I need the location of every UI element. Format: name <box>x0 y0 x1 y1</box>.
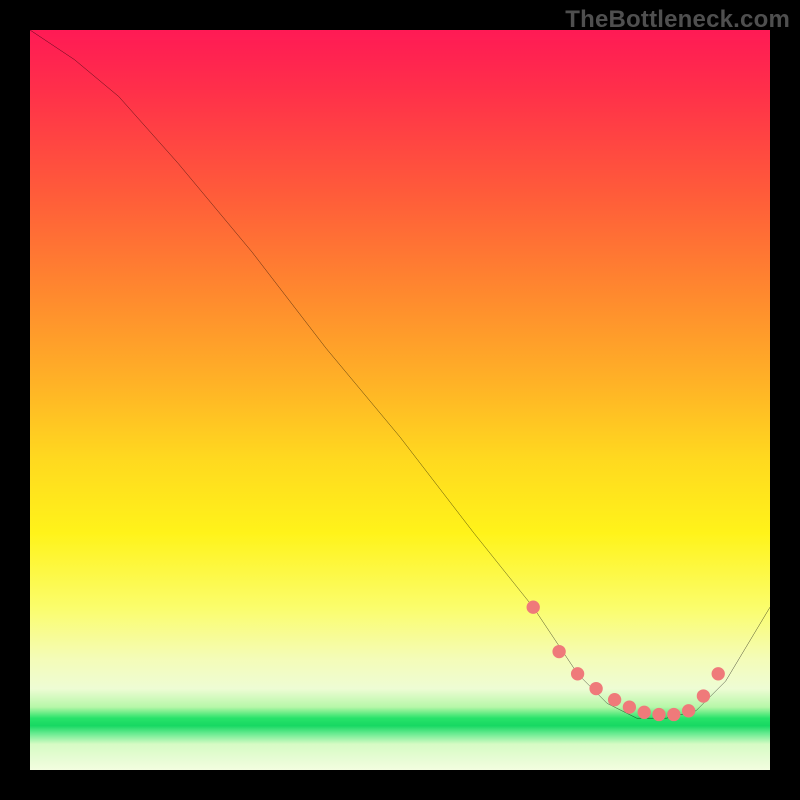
curve-marker <box>712 667 725 680</box>
curve-marker <box>527 601 540 614</box>
curve-marker <box>623 700 636 713</box>
curve-marker <box>667 708 680 721</box>
curve-marker <box>638 706 651 719</box>
curve-markers <box>527 601 725 722</box>
curve-marker <box>608 693 621 706</box>
chart-frame: TheBottleneck.com <box>0 0 800 800</box>
plot-area <box>30 30 770 770</box>
curve-layer <box>30 30 770 770</box>
curve-marker <box>589 682 602 695</box>
watermark-text: TheBottleneck.com <box>565 6 790 34</box>
curve-marker <box>571 667 584 680</box>
curve-marker <box>552 645 565 658</box>
bottleneck-curve <box>30 30 770 718</box>
curve-marker <box>697 689 710 702</box>
curve-marker <box>682 704 695 717</box>
curve-marker <box>652 708 665 721</box>
